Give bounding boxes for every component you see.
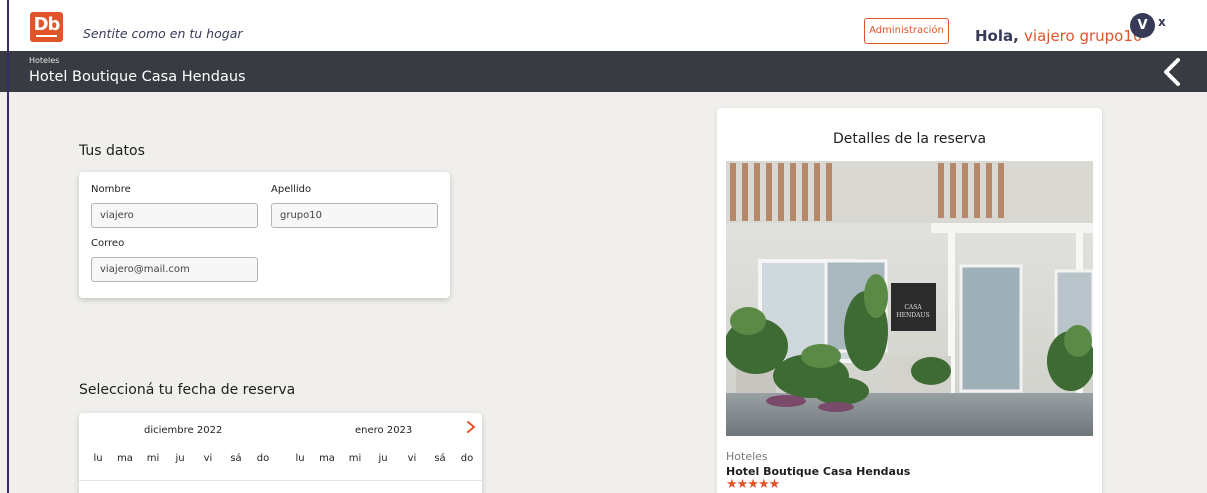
weekday-row-1: lu ma mi ju vi sá do — [87, 453, 275, 464]
hotel-sign-line-2: HENDAUS — [896, 312, 929, 319]
logo-underline — [36, 35, 57, 37]
weekday-label: ju — [175, 453, 185, 464]
weekday-row-2: lu ma mi ju vi sá do — [289, 453, 479, 464]
hotel-photo: CASA HENDAUS — [726, 161, 1093, 436]
calendar-month-1: diciembre 2022 — [144, 425, 223, 436]
avatar[interactable]: V — [1130, 13, 1155, 38]
star-rating: ★★★★★ — [726, 477, 780, 492]
weekday-label: vi — [203, 453, 213, 464]
calendar-divider — [79, 480, 482, 481]
weekday-label: do — [256, 453, 270, 464]
top-navbar: Db Sentite como en tu hogar Administraci… — [0, 0, 1207, 51]
logout-close-button[interactable]: x — [1158, 15, 1166, 29]
back-chevron-icon[interactable] — [1158, 56, 1188, 88]
hotel-photo-illustration: CASA HENDAUS — [726, 161, 1093, 436]
nombre-input[interactable]: viajero — [91, 203, 258, 228]
apellido-input[interactable]: grupo10 — [271, 203, 438, 228]
apellido-label: Apellido — [271, 184, 312, 195]
reservation-details-card: Detalles de la reserva CASA HENDAUS Hote… — [717, 108, 1102, 493]
nombre-label: Nombre — [91, 184, 131, 195]
administracion-button[interactable]: Administración — [864, 18, 949, 44]
calendar-month-2: enero 2023 — [355, 425, 413, 436]
correo-label: Correo — [91, 238, 125, 249]
tagline: Sentite como en tu hogar — [83, 26, 243, 41]
weekday-label: ma — [319, 453, 335, 464]
logo[interactable]: Db — [30, 12, 63, 42]
correo-input[interactable]: viajero@mail.com — [91, 257, 258, 282]
details-hotel-category: Hoteles — [726, 450, 768, 463]
user-name: viajero grupo10 — [1024, 27, 1143, 45]
calendar-card: diciembre 2022 enero 2023 lu ma mi ju vi… — [79, 413, 482, 493]
left-edge-rule — [7, 0, 9, 493]
next-month-chevron-icon[interactable] — [465, 419, 477, 435]
weekday-label: ma — [117, 453, 133, 464]
weekday-label: ju — [378, 453, 388, 464]
hotel-subheader: Hoteles Hotel Boutique Casa Hendaus — [0, 51, 1207, 92]
tus-datos-title: Tus datos — [79, 143, 145, 159]
weekday-label: do — [460, 453, 474, 464]
weekday-label: mi — [348, 453, 362, 464]
weekday-label: sá — [434, 453, 446, 464]
datos-card: Nombre viajero Apellido grupo10 Correo v… — [79, 172, 450, 298]
weekday-label: mi — [146, 453, 160, 464]
hotel-title: Hotel Boutique Casa Hendaus — [29, 69, 246, 85]
hotel-sign-line-1: CASA — [904, 304, 922, 311]
hotel-category: Hoteles — [29, 56, 60, 65]
weekday-label: sá — [230, 453, 242, 464]
logo-text: Db — [33, 14, 61, 35]
weekday-label: lu — [93, 453, 103, 464]
fecha-reserva-title: Seleccioná tu fecha de reserva — [79, 382, 296, 398]
weekday-label: vi — [407, 453, 417, 464]
user-greeting: Hola, viajero grupo10 — [975, 27, 1142, 45]
greeting-prefix: Hola, — [975, 27, 1025, 45]
weekday-label: lu — [295, 453, 305, 464]
details-title: Detalles de la reserva — [832, 131, 987, 147]
